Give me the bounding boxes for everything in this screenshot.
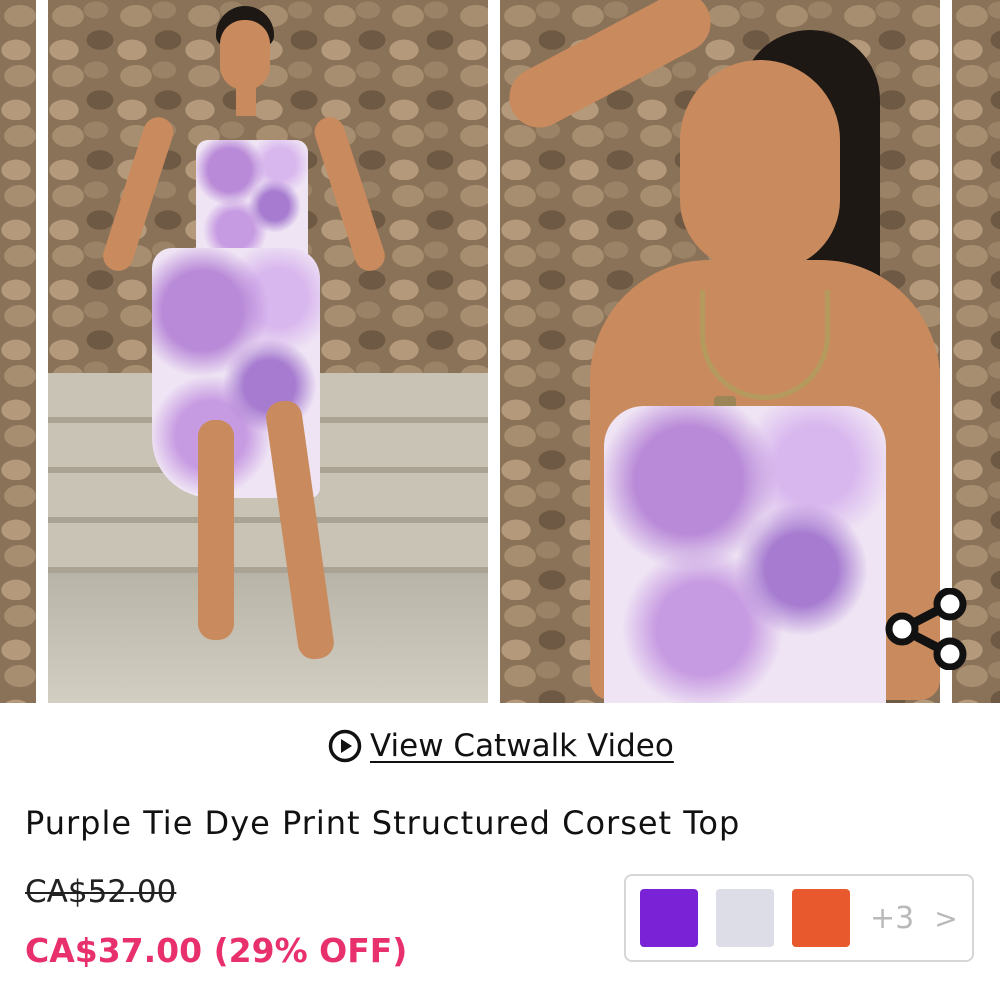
catwalk-video-label[interactable]: View Catwalk Video xyxy=(370,728,674,764)
model-face xyxy=(680,60,840,270)
corset-top xyxy=(196,140,308,260)
play-circle-icon xyxy=(328,729,362,763)
share-icon[interactable] xyxy=(884,588,970,670)
color-swatch-light-grey[interactable] xyxy=(716,889,774,947)
original-price: CA$52.00 xyxy=(25,874,177,910)
more-colors-count[interactable]: +3 xyxy=(870,901,914,936)
product-image-full-length[interactable] xyxy=(48,0,488,703)
product-image-carousel[interactable] xyxy=(0,0,1000,703)
product-title: Purple Tie Dye Print Structured Corset T… xyxy=(25,804,741,842)
color-swatch-orange[interactable] xyxy=(792,889,850,947)
product-image-closeup[interactable] xyxy=(500,0,940,703)
model-leg-left xyxy=(198,420,234,640)
color-swatch-selector[interactable]: +3 > xyxy=(624,874,974,962)
previous-image-peek[interactable] xyxy=(0,0,36,703)
floor-background xyxy=(48,573,488,703)
chevron-right-icon[interactable]: > xyxy=(934,902,957,935)
view-catwalk-video-link[interactable]: View Catwalk Video xyxy=(328,724,674,768)
corset-top-closeup xyxy=(604,406,886,703)
model-arm-right xyxy=(310,113,389,275)
sale-price: CA$37.00 (29% OFF) xyxy=(25,931,408,970)
color-swatch-purple[interactable] xyxy=(640,889,698,947)
model-neck xyxy=(236,86,256,116)
model-head xyxy=(220,20,270,90)
